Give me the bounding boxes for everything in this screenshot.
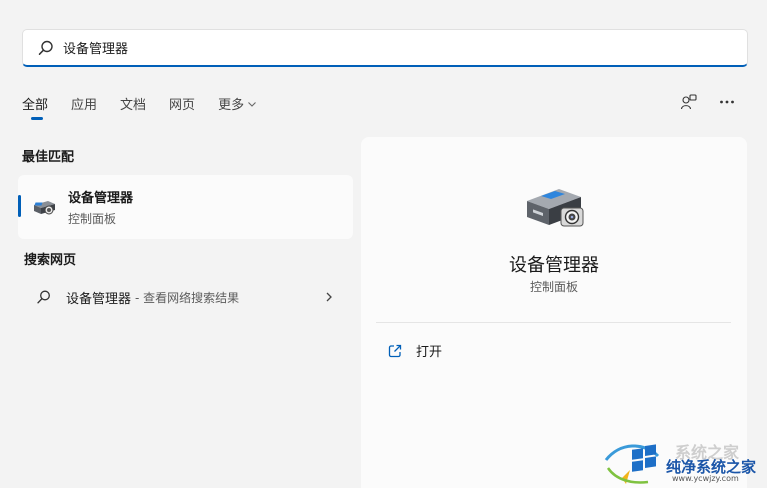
detail-app-name: 设备管理器 (509, 255, 599, 276)
tab-documents[interactable]: 文档 (120, 94, 146, 113)
tab-more[interactable]: 更多 (218, 94, 257, 113)
device-manager-icon (34, 201, 55, 215)
watermark-url: www.ycwjzy.com (672, 474, 739, 483)
open-action[interactable]: 打开 (387, 341, 442, 360)
tab-web[interactable]: 网页 (169, 94, 195, 113)
tab-apps[interactable]: 应用 (71, 94, 97, 113)
open-action-label: 打开 (416, 345, 443, 360)
search-filter-tabs: 全部 应用 文档 网页 更多 (22, 94, 280, 120)
account-switch-icon (680, 94, 697, 110)
search-icon (37, 290, 50, 304)
web-search-suffix: - 查看网络搜索结果 (135, 290, 240, 305)
web-search-label: 设备管理器 (66, 291, 132, 307)
chevron-down-icon (248, 101, 256, 107)
tab-all[interactable]: 全部 (22, 94, 48, 120)
search-icon (38, 40, 53, 55)
detail-pane: 设备管理器 控制面板 打开 (361, 137, 747, 488)
best-match-result[interactable]: 设备管理器 控制面板 (18, 175, 353, 239)
open-external-icon (388, 344, 402, 357)
ellipsis-icon (720, 100, 734, 104)
web-search-heading: 搜索网页 (24, 253, 77, 268)
device-manager-icon (527, 189, 584, 227)
best-match-subtitle: 控制面板 (68, 212, 117, 226)
divider (376, 322, 731, 323)
selection-indicator (18, 195, 21, 217)
search-input[interactable] (63, 40, 703, 55)
windows-logo-icon (604, 444, 660, 484)
best-match-heading: 最佳匹配 (22, 150, 75, 165)
web-search-result[interactable]: 设备管理器 - 查看网络搜索结果 (18, 280, 353, 314)
watermark: 系统之家 纯净系统之家 www.ycwjzy.com (600, 438, 767, 488)
top-right-toolbar (679, 92, 737, 112)
best-match-name: 设备管理器 (68, 191, 134, 206)
account-switch-button[interactable] (679, 92, 699, 112)
detail-app-subtitle: 控制面板 (529, 280, 578, 294)
chevron-right-icon (326, 292, 332, 302)
more-options-button[interactable] (717, 92, 737, 112)
search-box[interactable] (22, 29, 748, 67)
